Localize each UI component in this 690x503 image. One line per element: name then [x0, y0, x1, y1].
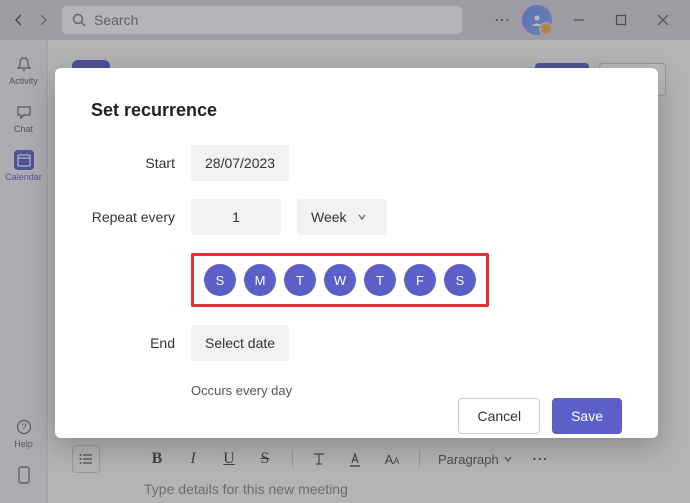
- unit-value: Week: [311, 209, 347, 225]
- day-monday[interactable]: M: [244, 264, 276, 296]
- modal-title: Set recurrence: [91, 100, 622, 121]
- cancel-button[interactable]: Cancel: [458, 398, 540, 434]
- end-row: End Select date: [91, 325, 622, 361]
- day-thursday[interactable]: T: [364, 264, 396, 296]
- unit-select[interactable]: Week: [297, 199, 387, 235]
- end-date-field[interactable]: Select date: [191, 325, 289, 361]
- day-saturday[interactable]: S: [444, 264, 476, 296]
- recurrence-summary: Occurs every day: [191, 383, 622, 398]
- day-friday[interactable]: F: [404, 264, 436, 296]
- day-tuesday[interactable]: T: [284, 264, 316, 296]
- repeat-row: Repeat every 1 Week: [91, 199, 622, 235]
- start-row: Start 28/07/2023: [91, 145, 622, 181]
- days-of-week: S M T W T F S: [191, 253, 489, 307]
- recurrence-modal: Set recurrence Start 28/07/2023 Repeat e…: [55, 68, 658, 438]
- day-wednesday[interactable]: W: [324, 264, 356, 296]
- day-sunday[interactable]: S: [204, 264, 236, 296]
- start-label: Start: [91, 155, 175, 171]
- save-button[interactable]: Save: [552, 398, 622, 434]
- repeat-label: Repeat every: [91, 209, 175, 225]
- interval-field[interactable]: 1: [191, 199, 281, 235]
- days-row: S M T W T F S: [91, 253, 622, 307]
- end-label: End: [91, 335, 175, 351]
- start-date-field[interactable]: 28/07/2023: [191, 145, 289, 181]
- chevron-down-icon: [357, 212, 367, 222]
- modal-footer: Cancel Save: [91, 398, 622, 434]
